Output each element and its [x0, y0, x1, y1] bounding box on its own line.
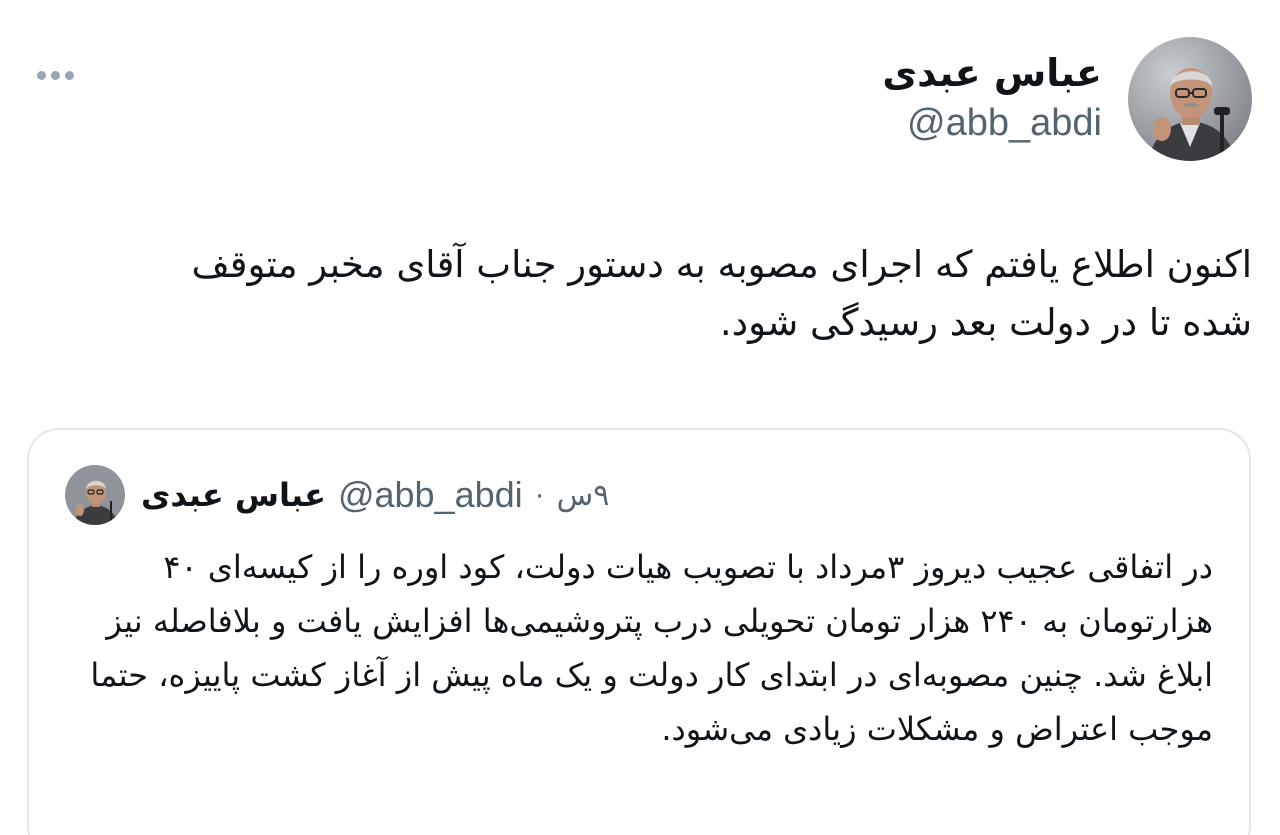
more-dot-icon	[50, 70, 60, 80]
quoted-author-display-name[interactable]: عباس عبدی	[141, 476, 326, 514]
meta-separator: ·	[534, 478, 545, 511]
author-avatar[interactable]	[1128, 37, 1252, 161]
tweet-text: اکنون اطلاع یافتم که اجرای مصوبه به دستو…	[191, 243, 1252, 344]
quoted-author-avatar[interactable]	[65, 465, 125, 525]
tweet-view: عباس عبدی @abb_abdi اکنون اطلاع یافتم که…	[0, 0, 1280, 835]
author-handle[interactable]: @abb_abdi	[882, 98, 1102, 148]
quoted-tweet-header: عباس عبدی @abb_abdi · ۹س	[65, 464, 609, 526]
profile-photo-icon	[1128, 37, 1252, 161]
more-dot-icon	[36, 70, 46, 80]
author-display-name[interactable]: عباس عبدی	[882, 48, 1102, 98]
more-options-button[interactable]	[30, 60, 80, 90]
more-dot-icon	[64, 70, 74, 80]
quoted-timestamp[interactable]: ۹س	[557, 478, 610, 513]
author-info: عباس عبدی @abb_abdi	[882, 48, 1102, 148]
quoted-tweet-text: در اتفاقی عجیب دیروز ۳مرداد با تصویب هیا…	[90, 548, 1213, 748]
quoted-author-handle[interactable]: @abb_abdi	[338, 474, 523, 516]
quoted-tweet-card[interactable]: عباس عبدی @abb_abdi · ۹س در اتفاقی عجیب …	[27, 428, 1251, 835]
profile-photo-icon	[65, 465, 125, 525]
